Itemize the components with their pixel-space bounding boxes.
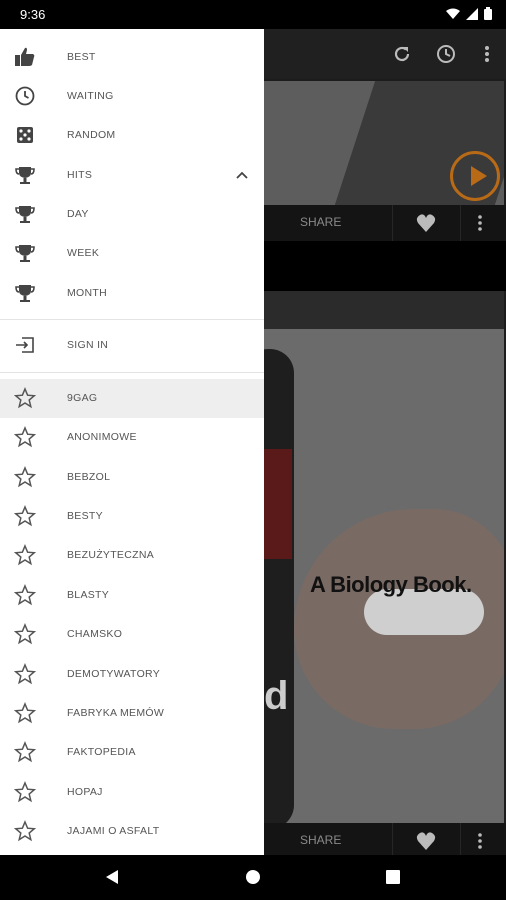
drawer-item-fabryka-memow[interactable]: FABRYKA MEMÓW [0,694,264,733]
drawer-item-best[interactable]: BEST [0,38,264,77]
card-actions: SHARE [264,205,506,241]
refresh-icon[interactable] [391,43,413,65]
card-more-icon[interactable] [476,832,484,850]
chevron-up-icon[interactable] [234,167,250,183]
feed-card-image[interactable]: A Biology Book. d [264,329,504,825]
signal-icon [466,7,478,20]
image-caption: A Biology Book. [310,572,472,597]
drawer-item-label: JAJAMI O ASFALT [67,825,160,837]
divider [0,372,264,373]
drawer-item-chamsko[interactable]: CHAMSKO [0,615,264,654]
drawer-item-anonimowe[interactable]: ANONIMOWE [0,418,264,457]
home-icon[interactable] [245,869,261,885]
drawer-item-label: BESTY [67,510,103,522]
drawer-item-label: MONTH [67,287,107,299]
star-outline-icon[interactable] [14,781,36,803]
dice-icon [17,127,33,143]
system-nav-bar [0,855,506,900]
image-text-fragment: d [264,674,289,718]
heart-icon[interactable] [416,214,436,232]
drawer-item-blasty[interactable]: BLASTY [0,576,264,615]
star-outline-icon[interactable] [14,466,36,488]
status-time: 9:36 [20,7,46,22]
thumbs-up-icon [15,47,35,66]
drawer-item-random[interactable]: RANDOM [0,116,264,155]
play-icon[interactable] [450,151,500,201]
card-actions: SHARE [264,823,506,855]
trophy-icon [15,245,35,262]
status-icons [446,7,492,20]
drawer-item-label: WEEK [67,247,100,259]
star-outline-icon[interactable] [14,544,36,566]
drawer-item-bezuzyteczna[interactable]: BEZUŻYTECZNA [0,536,264,575]
trophy-icon [15,285,35,302]
drawer-item-sign-in[interactable]: SIGN IN [0,326,264,365]
trophy-icon [15,167,35,184]
drawer-item-besty[interactable]: BESTY [0,497,264,536]
drawer-item-label: CHAMSKO [67,628,123,640]
image-content [264,349,294,825]
trophy-icon [15,206,35,223]
feed-card-image[interactable] [264,81,504,205]
drawer-item-label: BEST [67,51,96,63]
feed-card-header [264,291,504,329]
star-outline-icon[interactable] [14,663,36,685]
status-bar: 9:36 [0,0,506,29]
recents-icon[interactable] [385,869,401,885]
image-content [264,449,292,559]
drawer-item-hopaj[interactable]: HOPAJ [0,773,264,812]
drawer-item-label: HITS [67,169,93,181]
drawer-item-jajami-o-asfalt[interactable]: JAJAMI O ASFALT [0,812,264,851]
back-icon[interactable] [104,869,120,885]
share-button[interactable]: SHARE [300,833,341,847]
star-outline-icon[interactable] [14,387,36,409]
drawer-item-label: FAKTOPEDIA [67,746,136,758]
drawer-item-label: FABRYKA MEMÓW [67,707,165,719]
drawer-item-label: 9GAG [67,392,98,404]
star-outline-icon[interactable] [14,702,36,724]
divider [460,823,461,855]
card-more-icon[interactable] [476,214,484,232]
divider [460,205,461,241]
drawer-item-label: DAY [67,208,89,220]
navigation-drawer: BEST WAITING RANDOM HITS DAY WEEK MONTH … [0,29,264,855]
star-outline-icon[interactable] [14,741,36,763]
drawer-item-day[interactable]: DAY [0,195,264,234]
feed-gap [264,241,506,291]
star-outline-icon[interactable] [14,623,36,645]
drawer-item-hits[interactable]: HITS [0,156,264,195]
star-outline-icon[interactable] [14,584,36,606]
login-icon [16,337,34,353]
drawer-item-demotywatory[interactable]: DEMOTYWATORY [0,655,264,694]
drawer-item-label: BLASTY [67,589,110,601]
drawer-item-week[interactable]: WEEK [0,234,264,273]
wifi-icon [446,8,460,19]
divider [0,319,264,320]
star-outline-icon[interactable] [14,505,36,527]
drawer-item-bebzol[interactable]: BEBZOL [0,458,264,497]
battery-icon [484,7,492,20]
drawer-item-label: WAITING [67,90,114,102]
drawer-item-waiting[interactable]: WAITING [0,77,264,116]
clock-icon [15,86,35,106]
star-outline-icon[interactable] [14,426,36,448]
drawer-item-label: DEMOTYWATORY [67,668,161,680]
share-button[interactable]: SHARE [300,215,341,229]
drawer-item-label: HOPAJ [67,786,103,798]
heart-icon[interactable] [416,832,436,850]
star-outline-icon[interactable] [14,820,36,842]
history-icon[interactable] [435,43,457,65]
drawer-item-month[interactable]: MONTH [0,274,264,313]
drawer-item-9gag[interactable]: 9GAG [0,379,264,418]
drawer-item-label: BEBZOL [67,471,111,483]
divider [392,205,393,241]
drawer-item-label: BEZUŻYTECZNA [67,549,155,561]
drawer-item-faktopedia[interactable]: FAKTOPEDIA [0,733,264,772]
overflow-menu-icon[interactable] [476,43,498,65]
drawer-item-label: SIGN IN [67,339,109,351]
drawer-item-label: ANONIMOWE [67,431,137,443]
divider [392,823,393,855]
drawer-item-label: RANDOM [67,129,116,141]
